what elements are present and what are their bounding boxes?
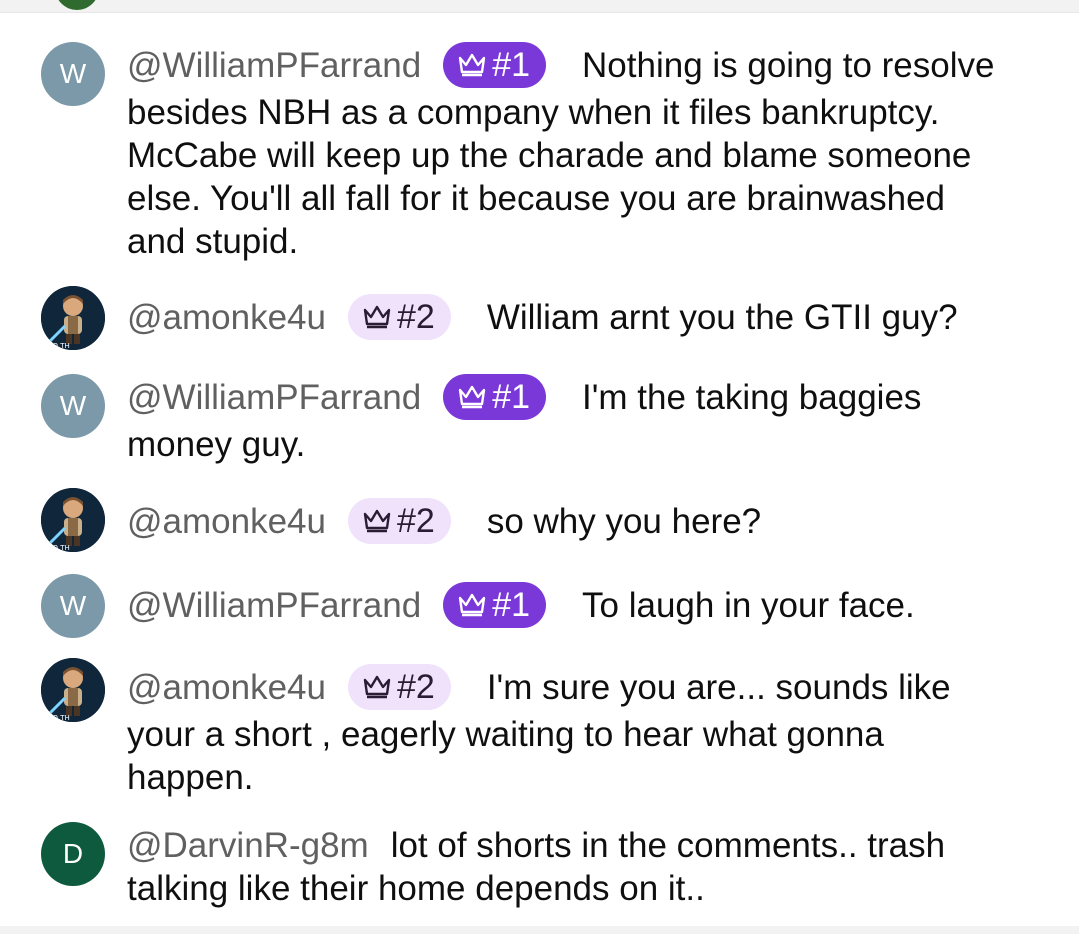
bottom-divider [0, 926, 1079, 934]
comment-author[interactable]: @amonke4u [127, 668, 326, 707]
comment-body: @amonke4u #2 William arnt you the GTII guy… [127, 293, 1007, 343]
avatar[interactable]: W [41, 42, 105, 106]
avatar[interactable]: LLO TH [41, 286, 105, 350]
comment-body: @amonke4u #2 so why you here? [127, 497, 1007, 547]
rank-badge[interactable]: #1 [443, 373, 547, 420]
svg-text:LLO TH: LLO TH [45, 544, 70, 552]
comment-body: @amonke4u #2 I'm sure you are... sounds li… [127, 663, 1007, 799]
comment-text: To laugh in your face. [582, 586, 915, 625]
svg-text:LLO TH: LLO TH [45, 714, 70, 722]
crown-icon [363, 675, 391, 698]
rank-badge[interactable]: #1 [443, 581, 547, 628]
rank-label: #1 [492, 585, 531, 624]
comment-text: William arnt you the GTII guy? [486, 298, 958, 337]
avatar[interactable]: LLO TH [41, 658, 105, 722]
comment-author[interactable]: @WilliamPFarrand [127, 586, 421, 625]
avatar[interactable]: W [41, 574, 105, 638]
comment-author[interactable]: @amonke4u [127, 502, 326, 541]
character-avatar-icon: LLO TH [41, 286, 105, 350]
avatar[interactable]: W [41, 374, 105, 438]
top-divider [0, 0, 1079, 13]
comment-text: so why you here? [486, 502, 762, 541]
comment-author[interactable]: @WilliamPFarrand [127, 46, 421, 85]
comment-author[interactable]: @DarvinR-g8m [127, 826, 369, 865]
rank-label: #1 [492, 45, 531, 84]
rank-badge[interactable]: #2 [347, 663, 451, 710]
rank-label: #2 [396, 667, 435, 706]
comment-body: @DarvinR-g8m lot of shorts in the comment… [127, 824, 1007, 910]
rank-label: #1 [492, 377, 531, 416]
crown-icon [363, 509, 391, 532]
rank-badge[interactable]: #2 [347, 497, 451, 544]
crown-icon [363, 305, 391, 328]
character-avatar-icon: LLO TH [41, 658, 105, 722]
crown-icon [458, 53, 486, 76]
comment-author[interactable]: @WilliamPFarrand [127, 378, 421, 417]
character-avatar-icon: LLO TH [41, 488, 105, 552]
avatar-letter: W [59, 58, 87, 89]
rank-badge[interactable]: #1 [443, 41, 547, 88]
avatar-letter: D [62, 838, 84, 869]
rank-label: #2 [396, 501, 435, 540]
avatar-letter: W [59, 590, 87, 621]
crown-icon [458, 385, 486, 408]
avatar[interactable]: LLO TH [41, 488, 105, 552]
avatar-letter: W [59, 390, 87, 421]
avatar[interactable]: D [41, 822, 105, 886]
comment-body: @WilliamPFarrand #1 I'm the taking baggies… [127, 373, 1007, 466]
comment-body: @WilliamPFarrand #1 To laugh in your face. [127, 581, 1007, 631]
comment-body: @WilliamPFarrand #1 Nothing is going to re… [127, 41, 1007, 263]
crown-icon [458, 593, 486, 616]
rank-label: #2 [396, 297, 435, 336]
rank-badge[interactable]: #2 [347, 293, 451, 340]
comment-author[interactable]: @amonke4u [127, 298, 326, 337]
svg-text:LLO TH: LLO TH [45, 342, 70, 350]
